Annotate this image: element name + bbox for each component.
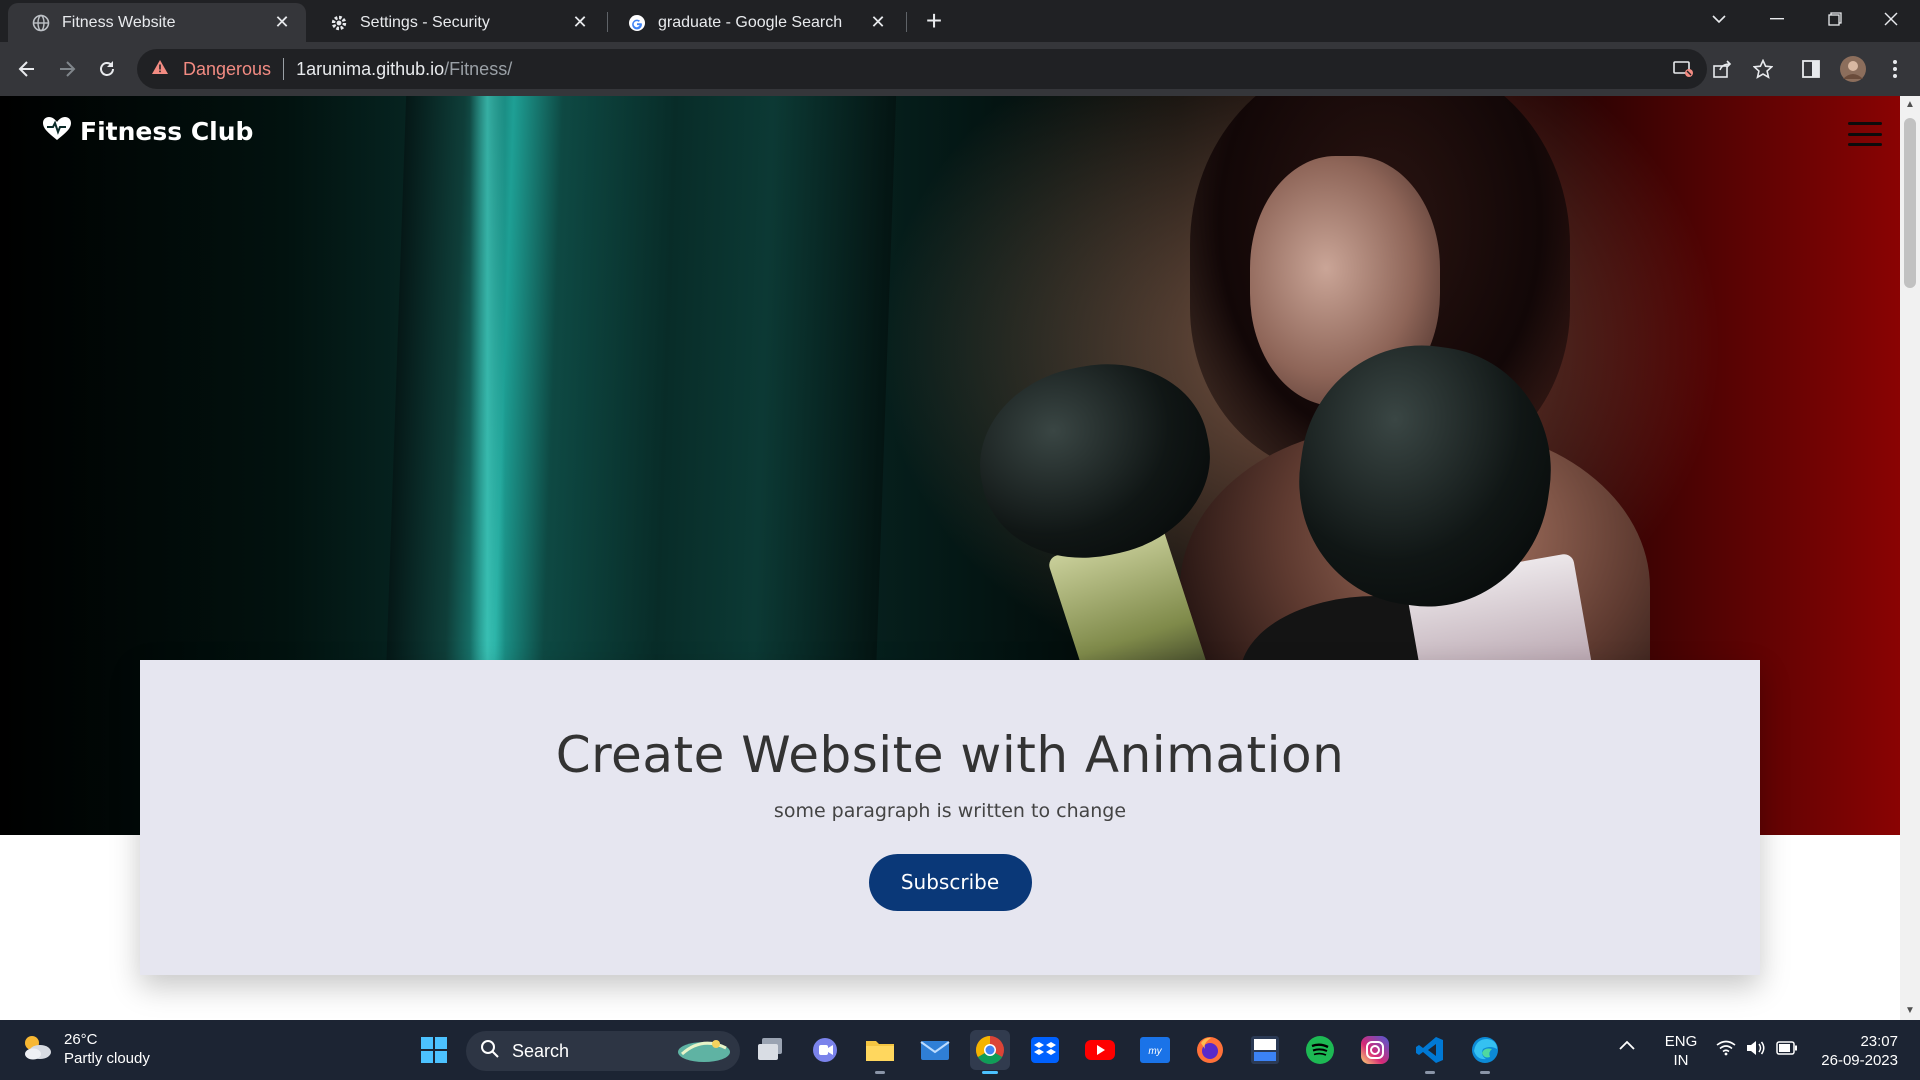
mail-icon[interactable]	[915, 1030, 955, 1070]
new-tab-button[interactable]: +	[918, 7, 950, 36]
address-bar[interactable]: Dangerous 1arunima.github.io/Fitness/	[137, 49, 1707, 89]
profile-avatar[interactable]	[1838, 54, 1868, 84]
dropbox-icon[interactable]	[1025, 1030, 1065, 1070]
scrollbar-thumb[interactable]	[1904, 118, 1916, 288]
weather-widget[interactable]: 26°C Partly cloudy	[20, 1030, 150, 1068]
close-tab-icon[interactable]: ✕	[570, 12, 590, 33]
chrome-icon[interactable]	[970, 1030, 1010, 1074]
globe-icon	[32, 14, 50, 32]
task-view-icon[interactable]	[750, 1030, 790, 1070]
side-panel-icon[interactable]	[1796, 54, 1826, 84]
brand-name: Fitness Club	[80, 117, 254, 146]
clock-time: 23:07	[1860, 1033, 1898, 1050]
svg-text:my: my	[1148, 1046, 1162, 1057]
share-icon[interactable]	[1708, 54, 1738, 84]
reload-button[interactable]	[89, 51, 125, 87]
windows-taskbar: 26°C Partly cloudy Search my ENG IN 23:0…	[0, 1020, 1920, 1080]
site-logo[interactable]: Fitness Club	[42, 116, 253, 147]
hero-title: Create Website with Animation	[555, 726, 1345, 784]
weather-temperature: 26°C	[64, 1031, 98, 1048]
weather-text: 26°C Partly cloudy	[64, 1030, 150, 1068]
tab-title: Settings - Security	[360, 13, 490, 31]
security-status-label[interactable]: Dangerous	[183, 59, 271, 80]
google-icon	[628, 14, 646, 32]
running-indicator	[1425, 1071, 1435, 1074]
tab-title: Fitness Website	[62, 13, 176, 31]
teams-icon[interactable]	[805, 1030, 845, 1070]
active-indicator	[982, 1071, 998, 1074]
vscode-icon[interactable]	[1410, 1030, 1450, 1074]
tab-title: graduate - Google Search	[658, 13, 843, 31]
url-host: 1arunima.github.io	[296, 58, 445, 79]
weather-condition: Partly cloudy	[64, 1050, 150, 1067]
language-indicator[interactable]: ENG IN	[1660, 1032, 1702, 1070]
search-label: Search	[512, 1040, 570, 1061]
scroll-down-arrow-icon[interactable]: ▼	[1900, 1002, 1920, 1020]
boxer-image	[960, 96, 1740, 796]
search-icon	[480, 1039, 500, 1064]
youtube-icon[interactable]	[1080, 1030, 1120, 1070]
back-button[interactable]	[9, 51, 45, 87]
divider	[283, 58, 285, 80]
running-indicator	[1480, 1071, 1490, 1074]
hamburger-line	[1848, 122, 1882, 125]
tab-separator	[906, 12, 907, 32]
windows-start-icon[interactable]	[414, 1030, 454, 1070]
hamburger-menu-icon[interactable]	[1848, 122, 1882, 146]
file-explorer-icon[interactable]	[860, 1030, 900, 1074]
tab-fitness-website[interactable]: Fitness Website ✕	[8, 3, 306, 42]
url-path: /Fitness/	[444, 58, 513, 79]
close-tab-icon[interactable]: ✕	[868, 12, 888, 33]
mylp-icon[interactable]: my	[1135, 1030, 1175, 1070]
hamburger-line	[1848, 132, 1882, 136]
minimize-button[interactable]	[1748, 0, 1806, 38]
volume-icon[interactable]	[1746, 1040, 1766, 1061]
page-viewport: Fitness Club Create Website with Animati…	[0, 96, 1900, 1020]
browser-toolbar: Dangerous 1arunima.github.io/Fitness/	[0, 42, 1920, 96]
menu-kebab-icon[interactable]	[1880, 54, 1910, 84]
spotify-icon[interactable]	[1300, 1030, 1340, 1070]
show-hidden-icons-chevron-icon[interactable]	[1618, 1038, 1636, 1056]
page-scrollbar[interactable]: ▲ ▼	[1900, 96, 1920, 1020]
hero-card: Create Website with Animation some parag…	[140, 660, 1760, 975]
close-tab-icon[interactable]: ✕	[272, 12, 292, 33]
taskbar-search-input[interactable]: Search	[466, 1031, 740, 1071]
gear-icon	[330, 14, 348, 32]
tab-search-icon[interactable]	[1690, 0, 1748, 38]
close-window-button[interactable]	[1862, 0, 1920, 38]
scroll-up-arrow-icon[interactable]: ▲	[1900, 96, 1920, 114]
wifi-icon[interactable]	[1716, 1040, 1736, 1061]
warning-icon[interactable]	[151, 59, 169, 80]
hamburger-line	[1848, 143, 1882, 146]
punching-bag-highlight	[470, 96, 505, 736]
forward-button[interactable]	[49, 51, 85, 87]
dev-icon[interactable]	[1245, 1030, 1285, 1070]
fitness-heart-icon	[42, 116, 72, 147]
cast-blocked-icon[interactable]	[1668, 54, 1698, 84]
restore-button[interactable]	[1806, 0, 1864, 38]
language-code: ENG	[1664, 1033, 1698, 1050]
running-indicator	[875, 1071, 885, 1074]
bookmark-star-icon[interactable]	[1748, 54, 1778, 84]
instagram-icon[interactable]	[1355, 1030, 1395, 1070]
region-code: IN	[1673, 1052, 1689, 1069]
partly-cloudy-icon	[20, 1032, 54, 1067]
clock[interactable]: 23:07 26-09-2023	[1808, 1032, 1898, 1070]
firefox-icon[interactable]	[1190, 1030, 1230, 1070]
browser-tab-strip: Fitness Website ✕ Settings - Security ✕ …	[0, 0, 1920, 42]
edge-icon[interactable]	[1465, 1030, 1505, 1074]
battery-icon[interactable]	[1776, 1041, 1798, 1060]
tab-google-search[interactable]: graduate - Google Search ✕	[604, 3, 902, 42]
punching-bag-image	[383, 96, 897, 756]
clock-date: 26-09-2023	[1821, 1052, 1898, 1069]
search-highlight-icon	[672, 1034, 732, 1069]
tab-settings-security[interactable]: Settings - Security ✕	[306, 3, 604, 42]
subscribe-button[interactable]: Subscribe	[868, 854, 1032, 911]
hero-paragraph: some paragraph is written to change	[773, 800, 1127, 822]
